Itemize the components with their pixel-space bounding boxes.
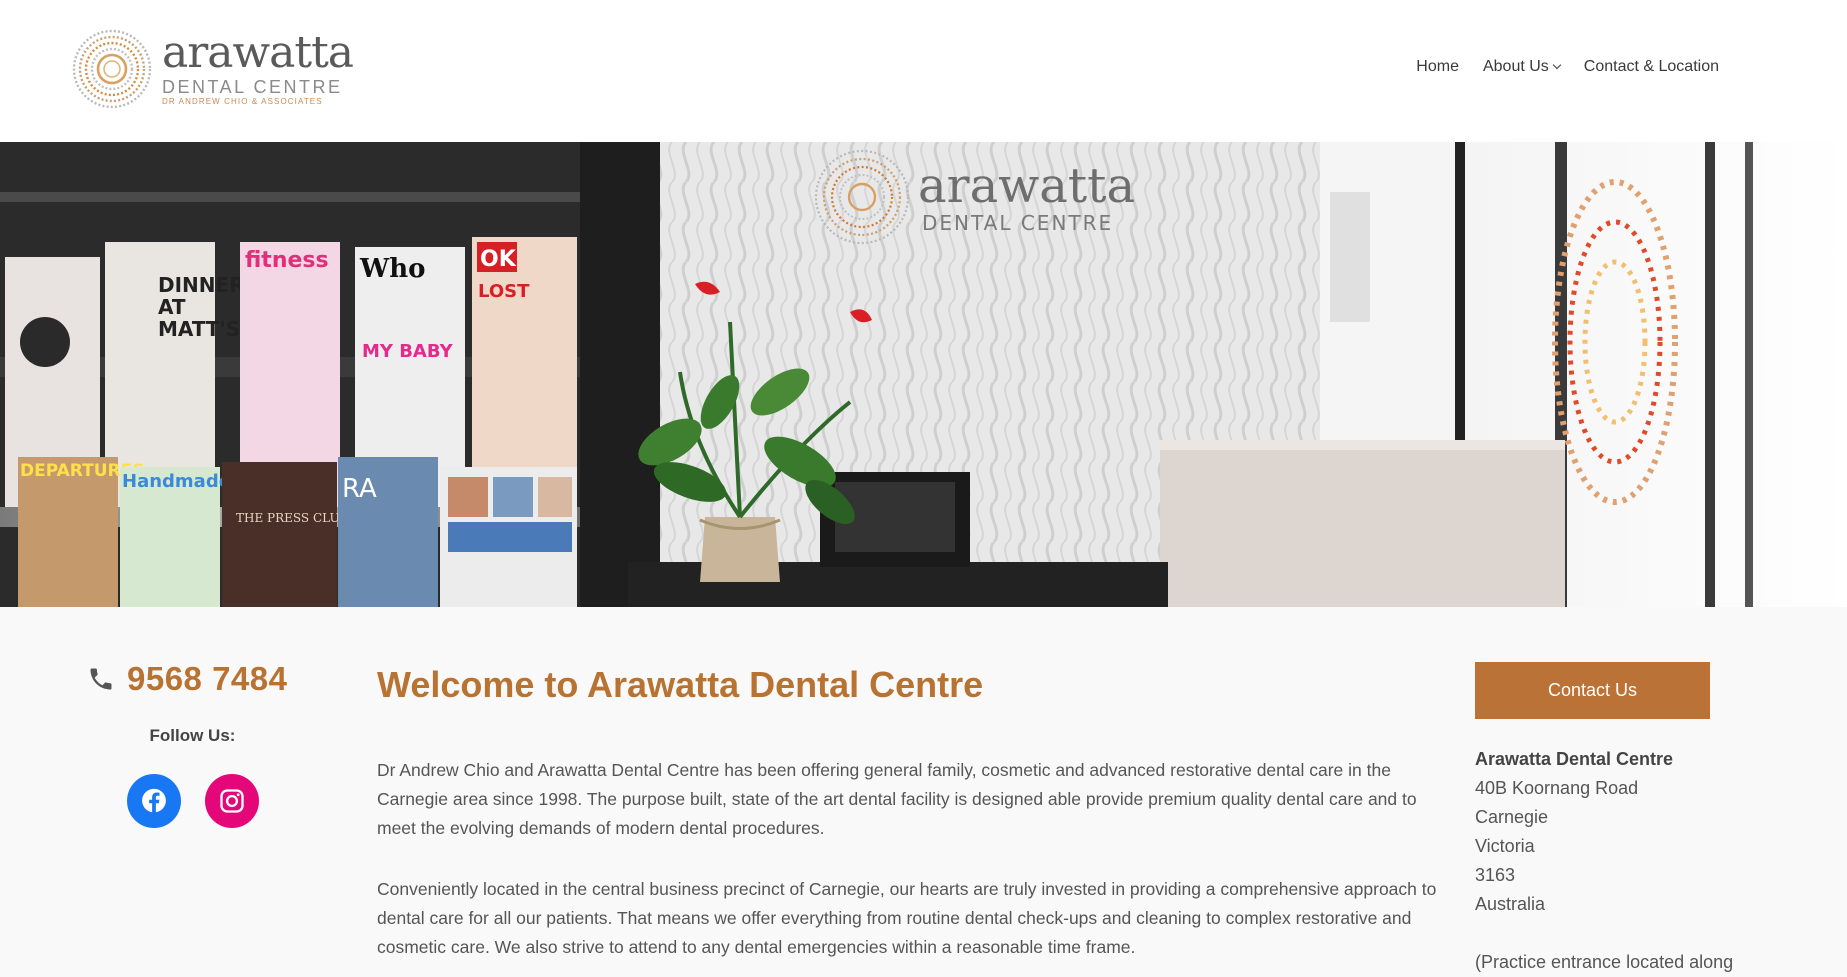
svg-text:MATT'S: MATT'S [158,317,240,341]
site-header: arawatta DENTAL CENTRE DR ANDREW CHIO & … [0,0,1847,142]
svg-text:Who: Who [359,254,425,284]
svg-text:DINNER: DINNER [158,273,245,297]
nav-contact-location[interactable]: Contact & Location [1584,58,1719,76]
entrance-note: (Practice entrance located along [1475,952,1734,972]
location-paragraph: Conveniently located in the central busi… [377,879,1437,957]
phone-icon [90,668,112,690]
left-sidebar: 9568 7484 Follow Us: [60,660,325,828]
nav-home[interactable]: Home [1416,58,1459,76]
logo-tagline: DR ANDREW CHIO & ASSOCIATES [162,97,323,106]
main-content: Welcome to Arawatta Dental Centre Dr And… [377,660,1447,962]
address-suburb: Carnegie [1475,807,1549,827]
chevron-down-icon [1552,60,1562,70]
phone-number-link[interactable]: 9568 7484 [127,660,288,698]
instagram-link[interactable] [204,774,259,828]
phone-block: 9568 7484 [60,660,325,698]
nav-about-us[interactable]: About Us [1483,58,1562,76]
address-street: 40B Koornang Road [1475,778,1639,798]
hero-image: DINNER AT MATT'S fitness Who MY BABY OK … [0,142,1847,607]
logo-rings-icon [72,29,152,109]
main-nav: Home About Us Contact & Location [1416,58,1719,76]
page-title: Welcome to Arawatta Dental Centre [377,664,984,705]
svg-text:Handmade: Handmade [122,471,231,492]
social-links [60,774,325,828]
svg-text:fitness: fitness [245,248,329,273]
right-sidebar: Contact Us Arawatta Dental Centre 40B Ko… [1475,662,1825,977]
contact-us-button[interactable]: Contact Us [1475,662,1710,719]
svg-text:arawatta: arawatta [918,158,1135,214]
practice-name: Arawatta Dental Centre [1475,749,1674,769]
svg-text:LOST: LOST [478,281,530,302]
svg-text:DENTAL CENTRE: DENTAL CENTRE [922,211,1113,235]
facebook-icon [141,788,166,813]
svg-text:THE PRESS CLUB: THE PRESS CLUB [236,511,349,525]
magazine-rack-bottom: DEPARTURES Handmade THE PRESS CLUB RA [18,457,577,607]
site-logo[interactable]: arawatta DENTAL CENTRE DR ANDREW CHIO & … [70,26,354,112]
svg-text:OK: OK [480,247,517,272]
svg-text:AT: AT [158,295,186,319]
follow-us-label: Follow Us: [149,726,236,745]
logo-subtitle: DENTAL CENTRE [162,77,343,97]
svg-text:MY BABY: MY BABY [362,341,454,362]
facebook-link[interactable] [126,774,181,828]
instagram-icon [219,789,244,813]
address-state: Victoria [1475,836,1535,856]
logo-name: arawatta [162,27,354,78]
intro-paragraph: Dr Andrew Chio and Arawatta Dental Centr… [377,760,1417,838]
address-country: Australia [1475,894,1546,914]
svg-text:RA: RA [342,474,377,504]
address-postcode: 3163 [1475,865,1516,885]
practice-address: Arawatta Dental Centre 40B Koornang Road… [1475,745,1825,919]
